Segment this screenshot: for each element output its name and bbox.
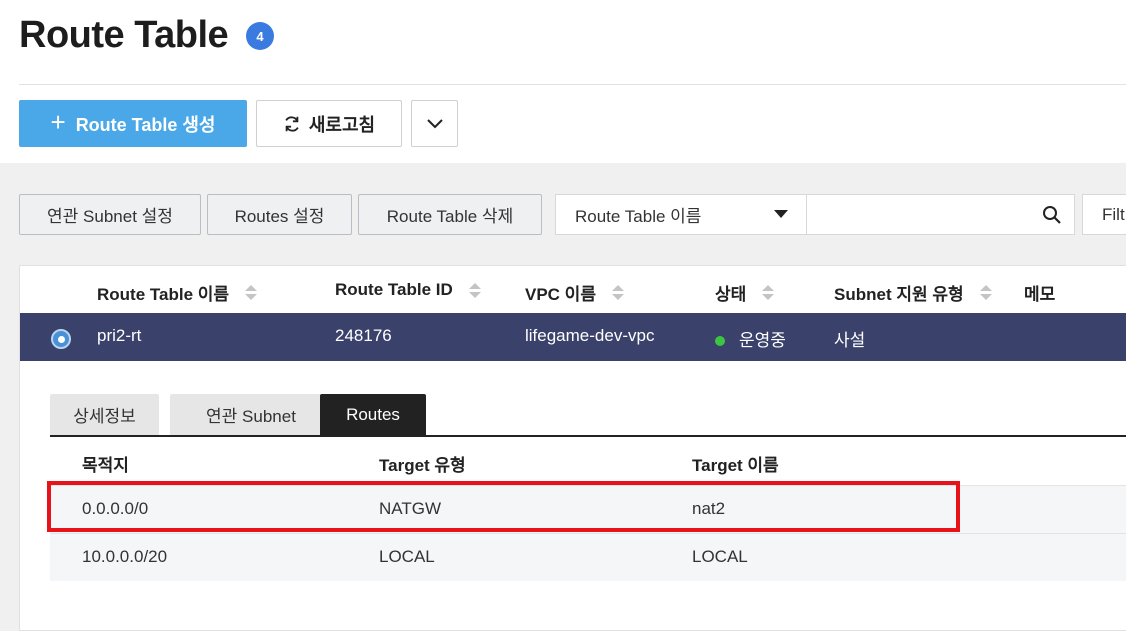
routes-table-header: 목적지 Target 유형 Target 이름	[50, 437, 1126, 485]
cell-destination: 10.0.0.0/20	[82, 547, 168, 566]
status-dot-icon	[715, 335, 725, 346]
refresh-icon	[285, 115, 299, 132]
tab-associated-subnet[interactable]: 연관 Subnet	[170, 394, 332, 435]
set-routes-button[interactable]: Routes 설정	[207, 194, 352, 235]
create-button-label: Route Table 생성	[75, 114, 216, 135]
more-options-button[interactable]	[411, 100, 458, 147]
sort-icon	[611, 285, 624, 300]
cell-id: 248176	[335, 326, 392, 345]
caret-down-icon	[774, 210, 788, 218]
page-title: Route Table	[19, 14, 229, 56]
cell-target-type: LOCAL	[379, 547, 435, 566]
column-header-name[interactable]: Route Table 이름	[97, 280, 258, 305]
status-text: 운영중	[739, 331, 786, 350]
column-header-subnet-type[interactable]: Subnet 지원 유형	[834, 280, 992, 305]
sort-icon	[762, 285, 775, 300]
cell-target-name: LOCAL	[692, 547, 748, 566]
search-field-select[interactable]: Route Table 이름	[555, 194, 807, 235]
cell-vpc: lifegame-dev-vpc	[525, 326, 655, 345]
refresh-button-label: 새로고침	[308, 114, 376, 135]
select-value: Route Table 이름	[575, 207, 702, 226]
cell-subnet-type: 사설	[834, 331, 866, 350]
column-header-target-type: Target 유형	[379, 456, 466, 475]
page-header: Route Table 4 + Route Table 생성 새로고침	[0, 0, 1126, 163]
column-header-destination: 목적지	[82, 456, 129, 475]
table-row: 10.0.0.0/20 LOCAL LOCAL	[50, 533, 1126, 581]
plus-icon: +	[50, 107, 66, 137]
search-input[interactable]	[817, 203, 1027, 227]
table-row[interactable]: pri2-rt 248176 lifegame-dev-vpc 운영중 사설	[20, 313, 1126, 361]
chevron-down-icon	[426, 118, 443, 128]
tab-routes[interactable]: Routes	[320, 394, 426, 435]
delete-route-table-button[interactable]: Route Table 삭제	[358, 194, 542, 235]
search-box	[806, 194, 1075, 235]
route-table-list: Route Table 이름 Route Table ID VPC 이름 상태 …	[19, 265, 1126, 631]
cell-status: 운영중	[715, 326, 786, 351]
highlight-annotation	[47, 481, 960, 532]
tab-details[interactable]: 상세정보	[50, 394, 159, 435]
set-subnet-button[interactable]: 연관 Subnet 설정	[19, 194, 201, 235]
count-badge: 4	[246, 22, 274, 50]
search-icon[interactable]	[1042, 205, 1062, 225]
row-radio[interactable]	[51, 329, 71, 349]
create-route-table-button[interactable]: + Route Table 생성	[19, 100, 247, 147]
sort-icon	[245, 285, 258, 300]
column-header-id[interactable]: Route Table ID	[335, 280, 481, 300]
cell-name: pri2-rt	[97, 326, 142, 345]
header-divider	[19, 84, 1126, 85]
sort-icon	[468, 282, 481, 298]
column-header-status[interactable]: 상태	[715, 280, 775, 305]
refresh-button[interactable]: 새로고침	[256, 100, 402, 147]
column-header-target-name: Target 이름	[692, 456, 779, 475]
column-header-memo: 메모	[1024, 285, 1056, 304]
sort-icon	[979, 285, 992, 300]
column-header-vpc[interactable]: VPC 이름	[525, 280, 624, 305]
filter-button[interactable]: Filt	[1082, 194, 1126, 235]
